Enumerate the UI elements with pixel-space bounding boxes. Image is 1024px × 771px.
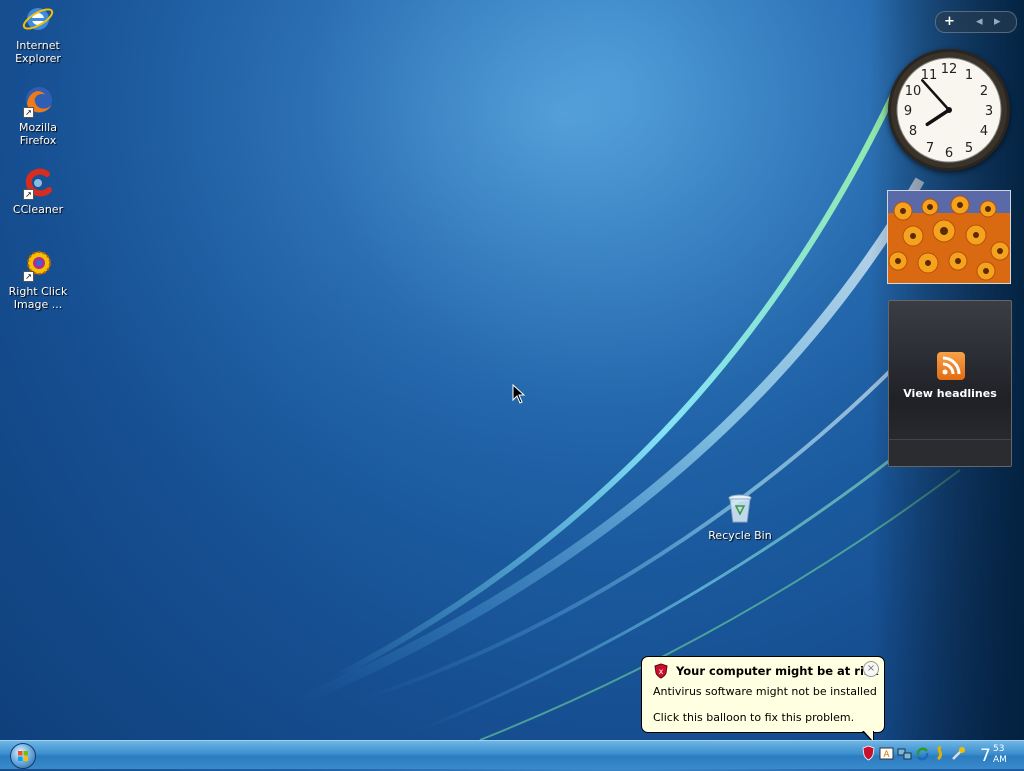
desktop-icon-label-line2: Image ... [13,298,63,311]
language-bar-tray-icon[interactable]: A [879,745,894,762]
taskbar-clock-ampm: AM [993,755,1007,765]
desktop-icon-firefox[interactable]: ↗ Mozilla Firefox [0,84,76,147]
desktop-icon-recycle-bin[interactable]: Recycle Bin [702,492,778,542]
shortcut-arrow-icon: ↗ [23,107,34,118]
svg-text:6: 6 [945,146,953,161]
desktop-icon-label: Mozilla Firefox [19,121,57,147]
balloon-message: Antivirus software might not be installe… [653,685,877,698]
mouse-cursor-icon [512,383,526,407]
recycle-bin-icon [723,492,757,526]
desktop-icon-label: Right Click [8,285,68,298]
svg-text:7: 7 [926,141,934,156]
desktop-icon-label: Internet [16,39,60,52]
desktop-icon-right-click-image[interactable]: ↗ Right Click Image ... [0,248,76,311]
feed-gadget-footer [889,439,1011,466]
svg-text:2: 2 [980,84,988,99]
security-center-tray-icon[interactable] [861,745,876,762]
firefox-icon: ↗ [21,84,55,118]
svg-text:10: 10 [905,84,922,99]
svg-text:12: 12 [941,62,958,77]
sidebar-prev-button[interactable]: ◂ [976,14,983,29]
clock-face: 12 1 2 3 4 5 6 7 8 9 10 11 [891,52,1007,168]
taskbar: A 7 53 AM [0,740,1024,769]
svg-text:5: 5 [965,141,973,156]
svg-text:9: 9 [904,104,912,119]
slideshow-image [888,191,1010,283]
desktop-icon-label: Recycle Bin [708,529,772,542]
desktop-icon-internet-explorer[interactable]: Internet Explorer [0,2,76,65]
ccleaner-icon: ↗ [21,166,55,200]
view-headlines-link[interactable]: View headlines [889,387,1011,400]
svg-text:4: 4 [980,124,988,139]
svg-text:x: x [659,667,664,676]
desktop-icon-label-line2: Explorer [15,52,61,65]
sidebar-controls: + ◂ ▸ [935,11,1017,33]
taskbar-clock-minutes: 53 [993,744,1005,754]
right-click-image-icon: ↗ [21,248,55,282]
add-gadget-button[interactable]: + [944,14,955,29]
windows-logo-icon [18,751,28,761]
rss-icon [937,352,965,380]
slideshow-gadget[interactable] [887,190,1011,284]
network-tray-icon[interactable] [897,745,912,762]
sidebar-next-button[interactable]: ▸ [994,14,1001,29]
security-shield-icon: x [653,663,669,679]
shortcut-arrow-icon: ↗ [23,189,34,200]
svg-text:1: 1 [965,68,973,83]
shortcut-arrow-icon: ↗ [23,271,34,282]
tool-tray-icon[interactable] [951,745,966,762]
clock-gadget[interactable]: 12 1 2 3 4 5 6 7 8 9 10 11 [888,49,1010,171]
svg-text:8: 8 [909,124,917,139]
balloon-title: Your computer might be at risk [676,664,879,678]
start-button[interactable] [10,743,36,769]
balloon-action-text: Click this balloon to fix this problem. [653,711,855,724]
security-alert-balloon[interactable]: x Your computer might be at risk × Antiv… [641,656,885,744]
volume-tray-icon[interactable] [933,745,948,762]
taskbar-clock-hour: 7 [980,746,991,766]
balloon-close-button[interactable]: × [863,661,879,677]
sync-tray-icon[interactable] [915,745,930,762]
internet-explorer-icon [21,2,55,36]
desktop-icon-label: CCleaner [12,203,64,216]
svg-text:3: 3 [985,104,993,119]
svg-text:A: A [883,750,890,760]
desktop-icon-ccleaner[interactable]: ↗ CCleaner [0,166,76,216]
feed-headlines-gadget[interactable]: View headlines [888,300,1012,467]
